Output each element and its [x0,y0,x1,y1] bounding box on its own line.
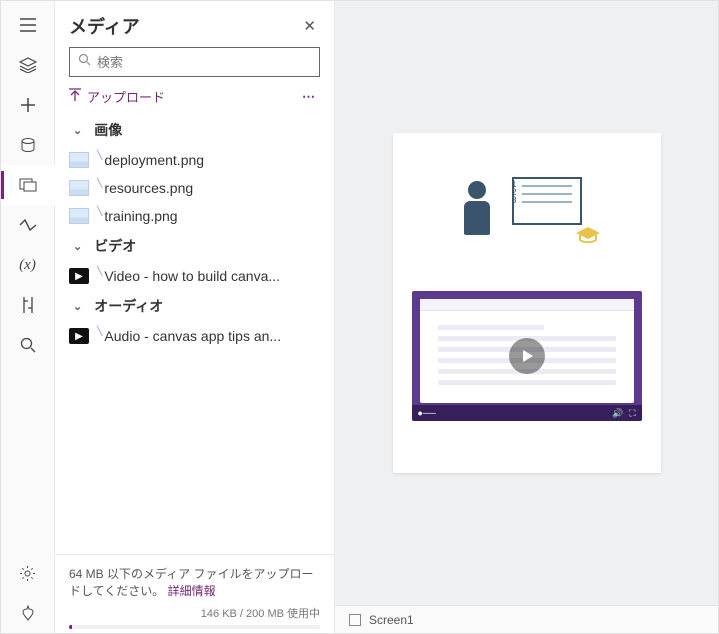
image-thumb-icon [69,208,89,224]
media-item-label: training.png [104,208,177,224]
search-input[interactable] [97,55,311,70]
fullscreen-icon[interactable]: ⛶ [629,408,635,419]
flows-icon[interactable] [1,205,55,245]
canvas-viewport[interactable]: ●── 🔊 ⛶ [335,1,718,605]
upload-icon [69,88,81,105]
media-item-audio[interactable]: ▶ ╲Audio - canvas app tips an... [55,322,330,350]
hamburger-icon[interactable] [1,5,55,45]
canvas-status-bar: Screen1 [335,605,718,633]
media-panel: メディア ✕ アップロード ⋯ ⌄画像 ╲deployment.png ╲res… [55,1,335,633]
volume-icon[interactable]: 🔊 [612,408,623,419]
chevron-down-icon: ⌄ [73,300,82,313]
graduation-cap-icon [574,225,602,245]
advanced-tools-icon[interactable] [1,285,55,325]
close-icon[interactable]: ✕ [299,13,320,39]
chevron-down-icon: ⌄ [73,240,82,253]
panel-footer: 64 MB 以下のメディア ファイルをアップロードしてください。 詳細情報 14… [55,554,334,633]
nav-rail: (x) [1,1,55,633]
image-thumb-icon [69,180,89,196]
storage-bar [69,625,320,629]
chevron-down-icon: ⌄ [73,124,82,137]
category-images[interactable]: ⌄ 画像 [55,114,330,146]
video-thumb-icon: ▶ [69,268,89,284]
new-indicator-icon: ╲ [97,178,102,189]
search-icon[interactable] [1,325,55,365]
media-tree: ⌄画像 ╲deployment.png ╲resources.png ╲trai… [55,114,334,554]
search-input-wrap[interactable] [69,47,320,77]
new-indicator-icon: ╲ [97,150,102,161]
play-icon[interactable] [509,338,545,374]
video-controls-bar: ●── 🔊 ⛶ [412,405,642,421]
storage-usage: 146 KB / 200 MB 使用中 [69,605,320,621]
media-item-image[interactable]: ╲deployment.png [55,146,330,174]
upload-button[interactable]: アップロード [87,87,302,106]
category-audio[interactable]: ⌄ オーディオ [55,290,330,322]
video-time-track[interactable]: ●── [418,408,436,418]
new-indicator-icon: ╲ [97,326,102,337]
layers-icon[interactable] [1,45,55,85]
media-item-label: Video - how to build canva... [104,268,280,284]
category-label: 画像 [94,120,122,140]
variables-icon[interactable]: (x) [1,245,55,285]
canvas-area: ●── 🔊 ⛶ Screen1 [335,1,718,633]
image-thumb-icon [69,152,89,168]
video-control[interactable]: ●── 🔊 ⛶ [412,291,642,421]
media-item-label: resources.png [104,180,193,196]
new-indicator-icon: ╲ [97,206,102,217]
screen-stage[interactable]: ●── 🔊 ⛶ [393,133,661,473]
category-label: オーディオ [94,296,163,316]
media-item-image[interactable]: ╲resources.png [55,174,330,202]
media-item-image[interactable]: ╲training.png [55,202,330,230]
plus-icon[interactable] [1,85,55,125]
media-item-video[interactable]: ▶ ╲Video - how to build canva... [55,262,330,290]
search-glyph-icon [78,53,91,71]
category-label: ビデオ [94,236,136,256]
learn-more-link[interactable]: 詳細情報 [168,584,216,598]
settings-icon[interactable] [1,553,55,593]
feedback-icon[interactable] [1,593,55,633]
category-video[interactable]: ⌄ ビデオ [55,230,330,262]
panel-title: メディア [69,13,140,39]
audio-thumb-icon: ▶ [69,328,89,344]
media-item-label: Audio - canvas app tips an... [104,328,281,344]
screen-checkbox[interactable] [349,614,361,626]
media-item-label: deployment.png [104,152,204,168]
training-illustration [462,151,592,241]
new-indicator-icon: ╲ [97,266,102,277]
screen-name-label[interactable]: Screen1 [369,613,414,627]
data-icon[interactable] [1,125,55,165]
more-options-button[interactable]: ⋯ [302,89,316,105]
media-icon[interactable] [1,165,55,205]
